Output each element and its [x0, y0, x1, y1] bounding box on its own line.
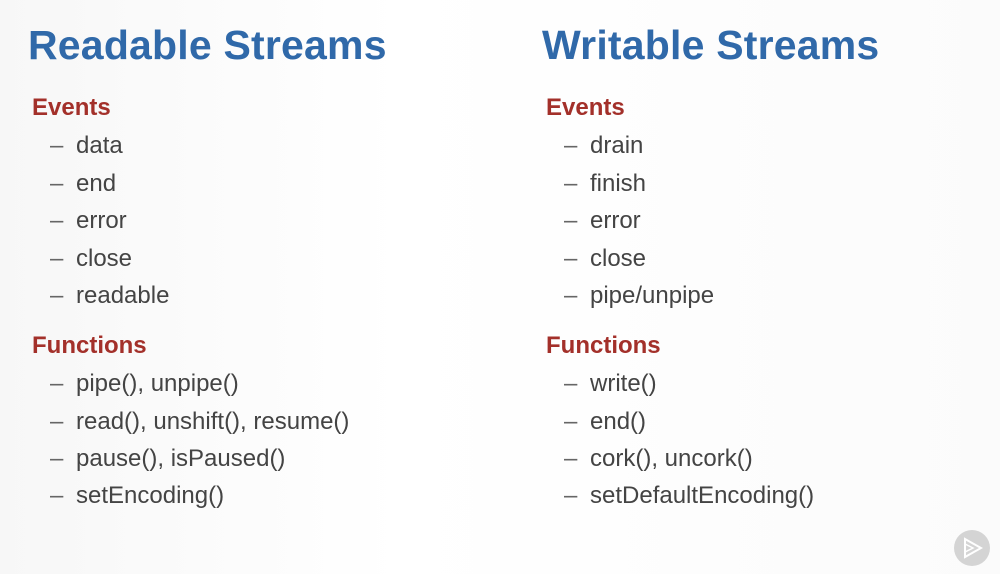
- list-item: – end: [50, 170, 117, 197]
- readable-events-heading: Events: [32, 94, 111, 121]
- readable-functions-heading: Functions: [32, 332, 147, 359]
- list-item: – close: [564, 245, 647, 272]
- list-item: – pause(), isPaused(): [50, 445, 286, 472]
- pluralsight-logo: [954, 530, 990, 566]
- writable-events-heading: Events: [546, 94, 625, 121]
- list-item: – drain: [564, 132, 644, 159]
- list-item: – end(): [564, 408, 647, 435]
- writable-functions-heading: Functions: [546, 332, 661, 359]
- readable-streams-title: Readable Streams: [28, 22, 387, 68]
- writable-streams-title: Writable Streams: [542, 22, 880, 68]
- list-item: – close: [50, 245, 133, 272]
- list-item: – setDefaultEncoding(): [564, 482, 815, 509]
- list-item: – error: [50, 207, 127, 234]
- list-item: – data: [50, 132, 123, 159]
- list-item: – readable: [50, 282, 170, 309]
- list-item: – pipe(), unpipe(): [50, 370, 239, 397]
- list-item: – write(): [564, 370, 657, 397]
- list-item: – pipe/unpipe: [564, 282, 715, 309]
- list-item: – cork(), uncork(): [564, 445, 753, 472]
- list-item: – finish: [564, 170, 647, 197]
- play-icon: [964, 537, 983, 559]
- list-item: – read(), unshift(), resume(): [50, 408, 350, 435]
- list-item: – error: [564, 207, 641, 234]
- list-item: – setEncoding(): [50, 482, 225, 509]
